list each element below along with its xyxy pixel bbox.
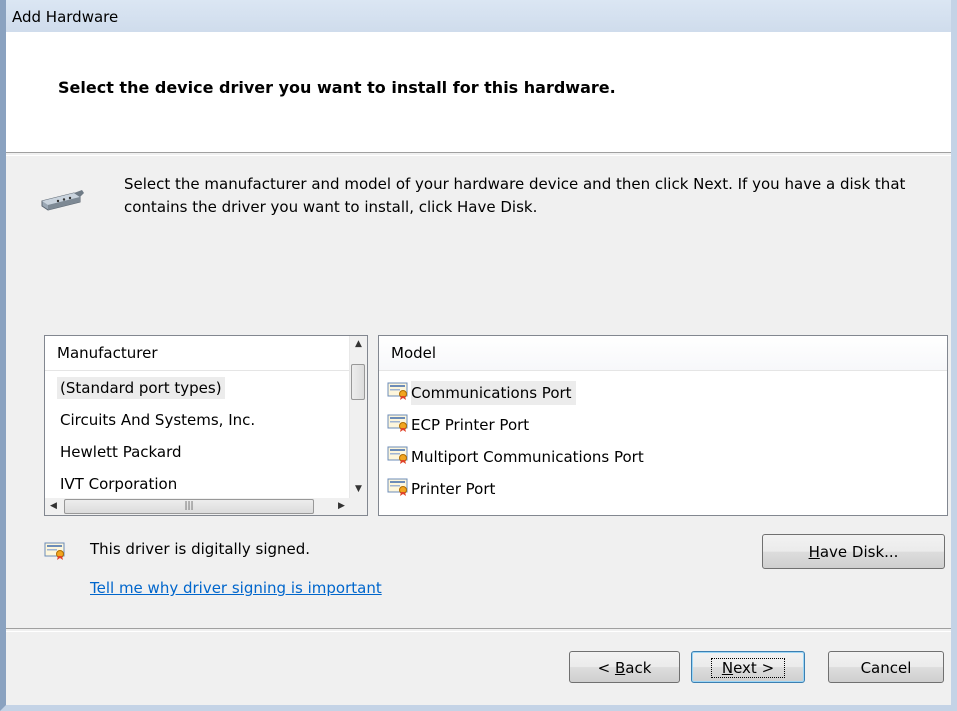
certificate-icon (387, 381, 409, 405)
manufacturer-vertical-scrollbar[interactable]: ▲ ▼ (349, 336, 367, 498)
certificate-icon (387, 445, 409, 469)
page-title: Select the device driver you want to ins… (58, 78, 616, 97)
certificate-icon (387, 477, 409, 501)
model-list[interactable]: Communications Port ECP Printer Port Mul… (387, 377, 947, 505)
scroll-up-arrow-icon[interactable]: ▲ (350, 336, 367, 353)
header-divider (6, 152, 951, 156)
wizard-header: Select the device driver you want to ins… (6, 32, 951, 152)
manufacturer-item[interactable]: Circuits And Systems, Inc. (45, 404, 350, 436)
title-bar[interactable]: Add Hardware (6, 0, 951, 32)
have-disk-button[interactable]: Have Disk... (762, 534, 945, 569)
certificate-icon (44, 541, 66, 565)
scroll-corner (350, 498, 367, 515)
driver-signing-link[interactable]: Tell me why driver signing is important (90, 579, 382, 597)
model-listbox[interactable]: Model Communications Port ECP Printer Po… (378, 335, 948, 516)
cancel-button[interactable]: Cancel (828, 651, 944, 683)
manufacturer-listbox[interactable]: Manufacturer (Standard port types) Circu… (44, 335, 368, 516)
manufacturer-list[interactable]: (Standard port types) Circuits And Syste… (45, 372, 350, 498)
manufacturer-horizontal-scrollbar[interactable]: ◀ ||| ▶ (45, 498, 350, 515)
manufacturer-header: Manufacturer (45, 336, 367, 371)
manufacturer-item[interactable]: Hewlett Packard (45, 436, 350, 468)
instructions-text: Select the manufacturer and model of you… (124, 175, 906, 216)
next-button[interactable]: Next > (691, 651, 805, 683)
manufacturer-item[interactable]: IVT Corporation (45, 468, 350, 498)
horizontal-scroll-thumb[interactable]: ||| (64, 499, 314, 514)
footer-divider (6, 628, 951, 632)
scroll-left-arrow-icon[interactable]: ◀ (45, 498, 62, 515)
model-header: Model (379, 336, 947, 371)
add-hardware-window: Add Hardware Select the device driver yo… (0, 0, 957, 711)
window-title: Add Hardware (12, 8, 119, 26)
model-item[interactable]: Printer Port (387, 473, 947, 505)
model-item[interactable]: Multiport Communications Port (387, 441, 947, 473)
scroll-right-arrow-icon[interactable]: ▶ (333, 498, 350, 515)
serial-port-icon (38, 188, 84, 216)
signing-status-text: This driver is digitally signed. (90, 540, 311, 558)
focus-rect: Next > (710, 658, 786, 678)
manufacturer-item[interactable]: (Standard port types) (45, 372, 350, 404)
scroll-down-arrow-icon[interactable]: ▼ (350, 481, 367, 498)
model-item[interactable]: ECP Printer Port (387, 409, 947, 441)
back-button[interactable]: < Back (569, 651, 680, 683)
certificate-icon (387, 413, 409, 437)
vertical-scroll-thumb[interactable] (351, 364, 365, 400)
model-item[interactable]: Communications Port (387, 377, 947, 409)
